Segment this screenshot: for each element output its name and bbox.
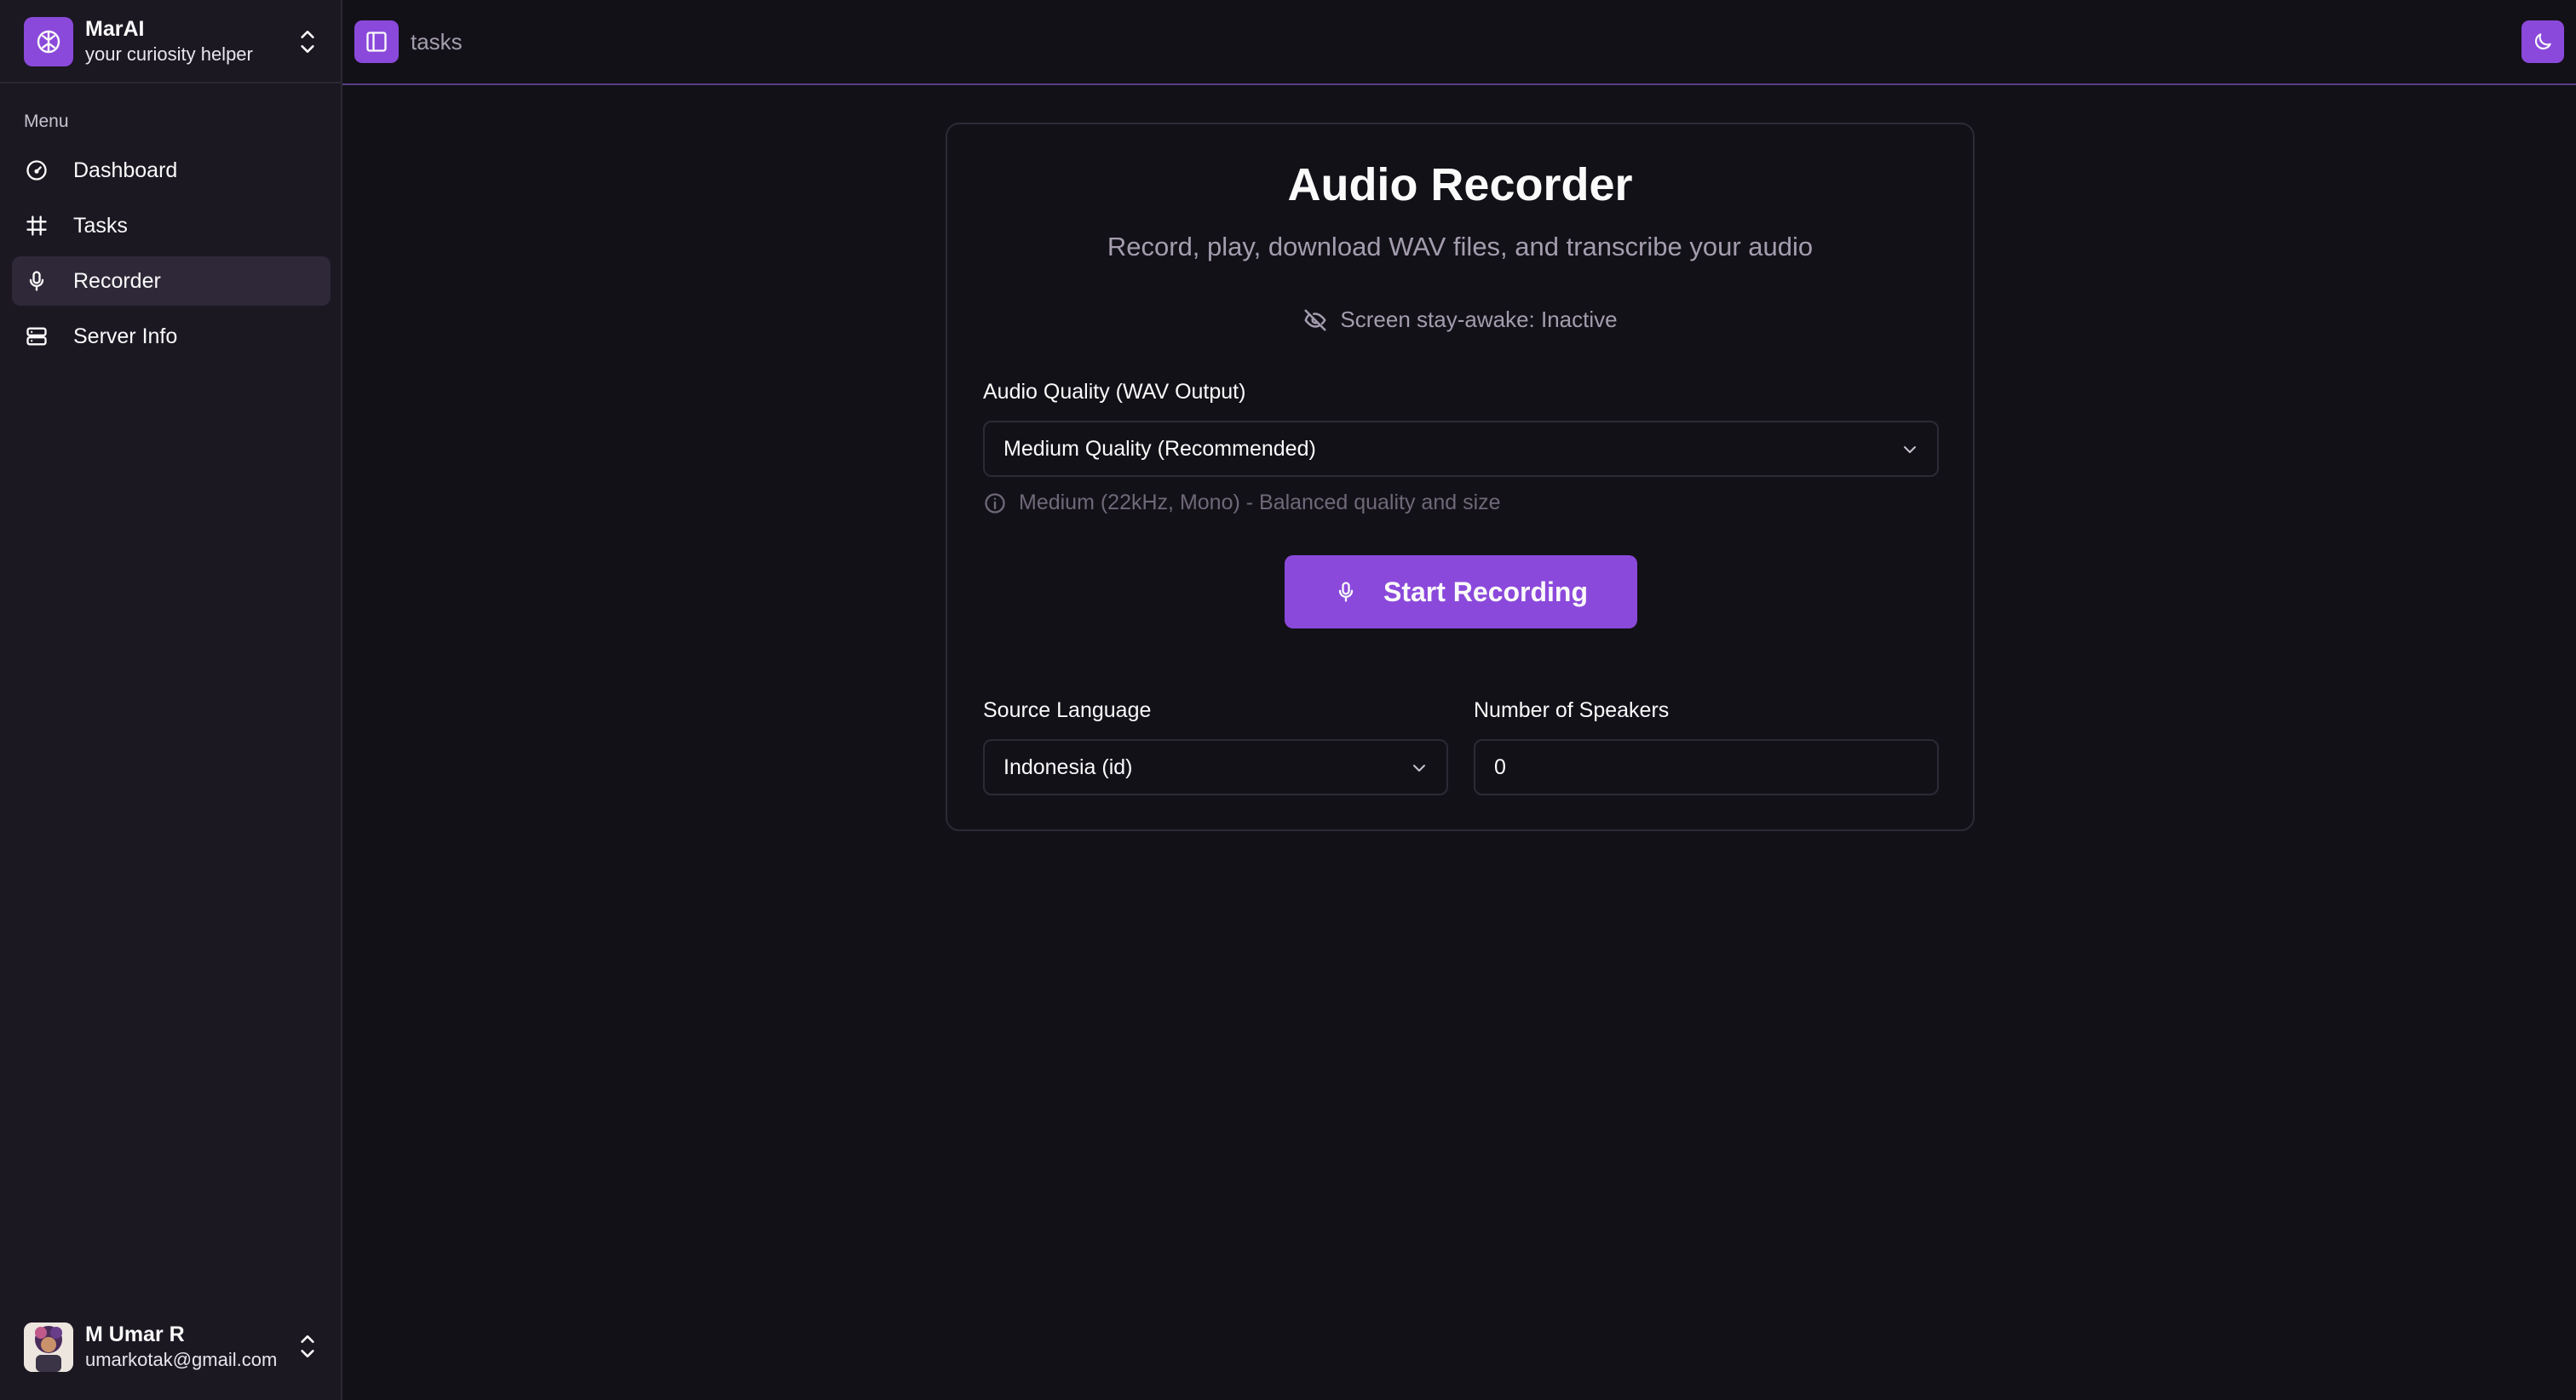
stay-awake-text: Screen stay-awake: Inactive (1340, 307, 1618, 332)
start-recording-button[interactable]: Start Recording (1285, 555, 1637, 628)
page-subtitle: Record, play, download WAV files, and tr… (1107, 232, 1814, 261)
hash-icon (24, 213, 49, 238)
user-email: umarkotak@gmail.com (85, 1349, 278, 1370)
sidebar-toggle-button[interactable] (354, 20, 399, 63)
chevron-down-icon (1904, 446, 1916, 453)
quality-hint-text: Medium (22kHz, Mono) - Balanced quality … (1019, 491, 1501, 514)
gauge-icon (24, 158, 49, 183)
top-bar: tasks (342, 0, 2576, 85)
brand-name: MarAI (85, 17, 145, 41)
avatar (24, 1323, 73, 1372)
quality-select-value: Medium Quality (Recommended) (1003, 436, 1316, 461)
sidebar-nav: Dashboard Tasks Recorder Server Info (12, 146, 331, 367)
sidebar-item-label: Server Info (73, 324, 178, 348)
sidebar-item-recorder[interactable]: Recorder (12, 256, 331, 306)
menu-section-label: Menu (24, 112, 69, 131)
stay-awake-status: Screen stay-awake: Inactive (947, 307, 1973, 333)
eye-off-icon (1304, 309, 1326, 330)
speakers-input[interactable] (1474, 739, 1939, 795)
server-icon (24, 324, 49, 349)
brand-tagline: your curiosity helper (85, 43, 253, 65)
sidebar-item-server-info[interactable]: Server Info (12, 312, 331, 361)
sidebar-item-label: Recorder (73, 268, 161, 293)
quality-hint: Medium (22kHz, Mono) - Balanced quality … (983, 491, 1501, 515)
language-label: Source Language (983, 698, 1152, 722)
theme-toggle-button[interactable] (2521, 20, 2564, 63)
chevrons-up-down-icon (301, 1335, 314, 1357)
chevrons-up-down-icon (301, 31, 314, 53)
language-select[interactable]: Indonesia (id) (983, 739, 1448, 795)
chevron-down-icon (1413, 765, 1425, 772)
breadcrumb: tasks (411, 29, 463, 55)
mic-icon (1338, 582, 1354, 602)
sidebar-item-dashboard[interactable]: Dashboard (12, 146, 331, 195)
app-root: MarAI your curiosity helper Menu Dashboa… (0, 0, 2576, 1400)
panel-left-icon (366, 32, 387, 52)
brain-logo-icon (24, 17, 73, 66)
moon-icon (2534, 33, 2551, 50)
brand-switcher[interactable]: MarAI your curiosity helper (0, 0, 341, 83)
speakers-label: Number of Speakers (1474, 698, 1670, 722)
quality-select[interactable]: Medium Quality (Recommended) (983, 421, 1939, 477)
sidebar-item-label: Dashboard (73, 158, 178, 182)
info-icon (985, 492, 1005, 514)
sidebar-item-tasks[interactable]: Tasks (12, 201, 331, 250)
sidebar-item-label: Tasks (73, 213, 128, 238)
user-name: M Umar R (85, 1323, 185, 1346)
mic-icon (24, 268, 49, 294)
page-title: Audio Recorder (1287, 159, 1633, 210)
user-menu[interactable]: M Umar R umarkotak@gmail.com (0, 1298, 341, 1400)
language-select-value: Indonesia (id) (1003, 755, 1133, 779)
recorder-card: Audio Recorder Record, play, download WA… (946, 123, 1975, 831)
quality-label: Audio Quality (WAV Output) (983, 380, 1246, 404)
sidebar: MarAI your curiosity helper Menu Dashboa… (0, 0, 342, 1400)
start-recording-label: Start Recording (1383, 576, 1589, 607)
